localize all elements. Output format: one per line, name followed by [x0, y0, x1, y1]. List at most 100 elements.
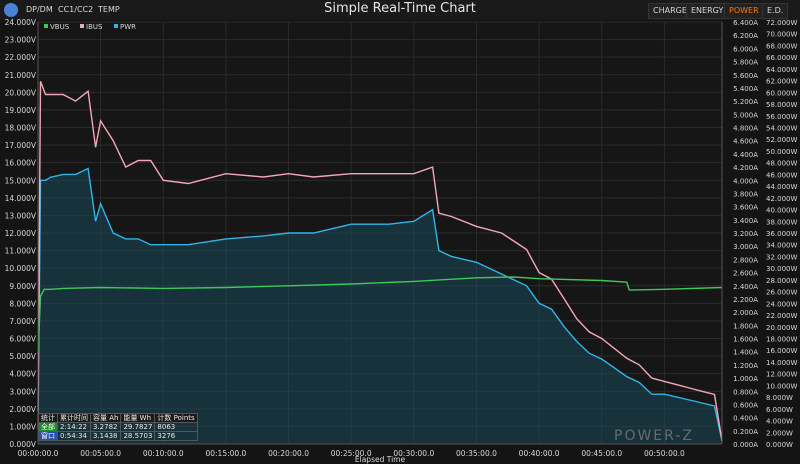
y-right-amp-tick-label: 2.600A: [733, 270, 758, 278]
y-right-amp-tick-label: 0.400A: [733, 415, 758, 423]
y-right-amp-tick-label: 2.400A: [733, 283, 758, 291]
y-right-watt-tick-label: 24.000W: [766, 300, 797, 308]
y-right-amp-tick-label: 0.800A: [733, 388, 758, 396]
stats-header: 计数 Points: [154, 413, 198, 423]
power-chart: 0.000V 1.000V 2.000V 3.000V 4.000V 5.000V 6.00…: [5, 18, 798, 464]
y-left-tick-label: 24.000V: [5, 18, 37, 27]
y-right-watt-tick-label: 12.000W: [766, 371, 797, 379]
x-tick-label: 00:00:00.0: [18, 449, 59, 458]
y-right-watt-tick-label: 0.000W: [766, 441, 793, 449]
stats-label-all: 全部: [38, 422, 58, 432]
x-tick-label: 00:35:00.0: [456, 449, 497, 458]
y-left-tick-label: 9.000V: [9, 282, 36, 291]
y-right-watt-tick-label: 58.000W: [766, 101, 797, 109]
y-right-watt-tick-label: 50.000W: [766, 148, 797, 156]
y-left-tick-label: 1.000V: [9, 422, 36, 431]
y-left-tick-label: 23.000V: [5, 36, 37, 45]
y-right-amp-tick-label: 2.000A: [733, 309, 758, 317]
y-right-amp-tick-label: 4.800A: [733, 125, 758, 133]
y-right-watt-tick-label: 42.000W: [766, 195, 797, 203]
x-tick-label: 00:05:00.0: [80, 449, 121, 458]
x-tick-label: 00:20:00.0: [268, 449, 309, 458]
y-left-tick-label: 4.000V: [9, 370, 36, 379]
y-right-watt-tick-label: 32.000W: [766, 253, 797, 261]
stats-cell: 29.7827: [120, 422, 156, 432]
x-tick-label: 00:40:00.0: [519, 449, 560, 458]
y-left-tick-label: 13.000V: [5, 211, 37, 220]
stats-row-window: 窗口 0:54:34 3.1438 28.5703 3276: [38, 431, 198, 441]
y-right-amp-tick-label: 6.200A: [733, 32, 758, 40]
stats-table: 统计 累计时间 容量 Ah 能量 Wh 计数 Points 全部 2:14:22…: [38, 413, 198, 441]
y-right-amp-tick-label: 3.600A: [733, 204, 758, 212]
stats-row-all: 全部 2:14:22 3.2782 29.7827 8063: [38, 422, 198, 432]
y-right-amp-tick-label: 0.000A: [733, 441, 758, 449]
y-right-watt-tick-label: 34.000W: [766, 242, 797, 250]
y-right-amp-tick-label: 4.400A: [733, 151, 758, 159]
stats-header: 统计: [38, 413, 58, 423]
y-right-watt-tick-label: 28.000W: [766, 277, 797, 285]
y-left-tick-label: 22.000V: [5, 53, 37, 62]
y-right-amp-tick-label: 5.800A: [733, 59, 758, 67]
y-left-tick-label: 17.000V: [5, 141, 37, 150]
stats-cell: 28.5703: [120, 431, 156, 441]
y-left-tick-label: 5.000V: [9, 352, 36, 361]
x-tick-label: 00:15:00.0: [205, 449, 246, 458]
y-right-watt-tick-label: 52.000W: [766, 136, 797, 144]
y-right-watt-tick-label: 2.000W: [766, 429, 793, 437]
stats-cell: 3276: [154, 431, 198, 441]
y-right-watt-tick-label: 14.000W: [766, 359, 797, 367]
x-tick-label: 00:50:00.0: [644, 449, 685, 458]
y-left-tick-label: 0.000V: [9, 440, 36, 449]
y-right-amp-tick-label: 2.800A: [733, 256, 758, 264]
y-right-watt-tick-label: 30.000W: [766, 265, 797, 273]
x-tick-label: 00:10:00.0: [143, 449, 184, 458]
legend-label-ibus: IBUS: [86, 23, 103, 31]
legend-swatch-vbus: [44, 24, 48, 28]
y-right-watt-tick-label: 38.000W: [766, 218, 797, 226]
stats-header: 容量 Ah: [89, 413, 122, 423]
y-left-tick-label: 6.000V: [9, 335, 36, 344]
y-right-watt-tick-label: 66.000W: [766, 54, 797, 62]
y-right-watt-tick-label: 16.000W: [766, 347, 797, 355]
y-right-watt-tick-label: 10.000W: [766, 382, 797, 390]
y-right-watt-tick-label: 18.000W: [766, 336, 797, 344]
y-right-amp-tick-label: 1.600A: [733, 336, 758, 344]
stats-cell: 3.2782: [89, 422, 122, 432]
y-right-watt-tick-label: 64.000W: [766, 66, 797, 74]
y-left-tick-label: 2.000V: [9, 405, 36, 414]
y-right-amp-tick-label: 5.400A: [733, 85, 758, 93]
y-left-tick-label: 11.000V: [5, 247, 37, 256]
y-left-tick-label: 3.000V: [9, 387, 36, 396]
y-right-amp-tick-label: 0.200A: [733, 428, 758, 436]
y-left-tick-label: 10.000V: [5, 264, 37, 273]
y-right-watt-tick-label: 54.000W: [766, 125, 797, 133]
legend-swatch-pwr: [114, 24, 118, 28]
y-right-amp-tick-label: 4.600A: [733, 138, 758, 146]
y-right-amp-tick-label: 3.400A: [733, 217, 758, 225]
y-left-tick-label: 20.000V: [5, 88, 37, 97]
brand-watermark: POWER-Z: [614, 428, 694, 444]
y-right-amp-tick-label: 4.200A: [733, 164, 758, 172]
y-left-tick-label: 21.000V: [5, 71, 37, 80]
legend-label-pwr: PWR: [120, 23, 136, 31]
y-right-amp-tick-label: 0.600A: [733, 401, 758, 409]
y-right-watt-tick-label: 56.000W: [766, 113, 797, 121]
stats-cell: 3.1438: [89, 431, 122, 441]
stats-cell: 8063: [154, 422, 198, 432]
stats-label-window: 窗口: [38, 431, 58, 441]
y-right-watt-tick-label: 4.000W: [766, 418, 793, 426]
y-right-amp-tick-label: 5.200A: [733, 98, 758, 106]
y-left-tick-label: 8.000V: [9, 299, 36, 308]
y-right-amp-tick-label: 1.200A: [733, 362, 758, 370]
x-axis-label: Elapsed Time: [355, 455, 406, 464]
y-right-watt-tick-label: 20.000W: [766, 324, 797, 332]
y-left-tick-label: 12.000V: [5, 229, 37, 238]
y-left-tick-label: 14.000V: [5, 194, 37, 203]
legend-label-vbus: VBUS: [50, 23, 70, 31]
y-left-tick-label: 19.000V: [5, 106, 37, 115]
y-right-watt-tick-label: 8.000W: [766, 394, 793, 402]
y-right-watt-tick-label: 22.000W: [766, 312, 797, 320]
stats-header-row: 统计 累计时间 容量 Ah 能量 Wh 计数 Points: [38, 413, 198, 423]
y-right-watt-tick-label: 40.000W: [766, 207, 797, 215]
y-right-amp-tick-label: 1.800A: [733, 322, 758, 330]
